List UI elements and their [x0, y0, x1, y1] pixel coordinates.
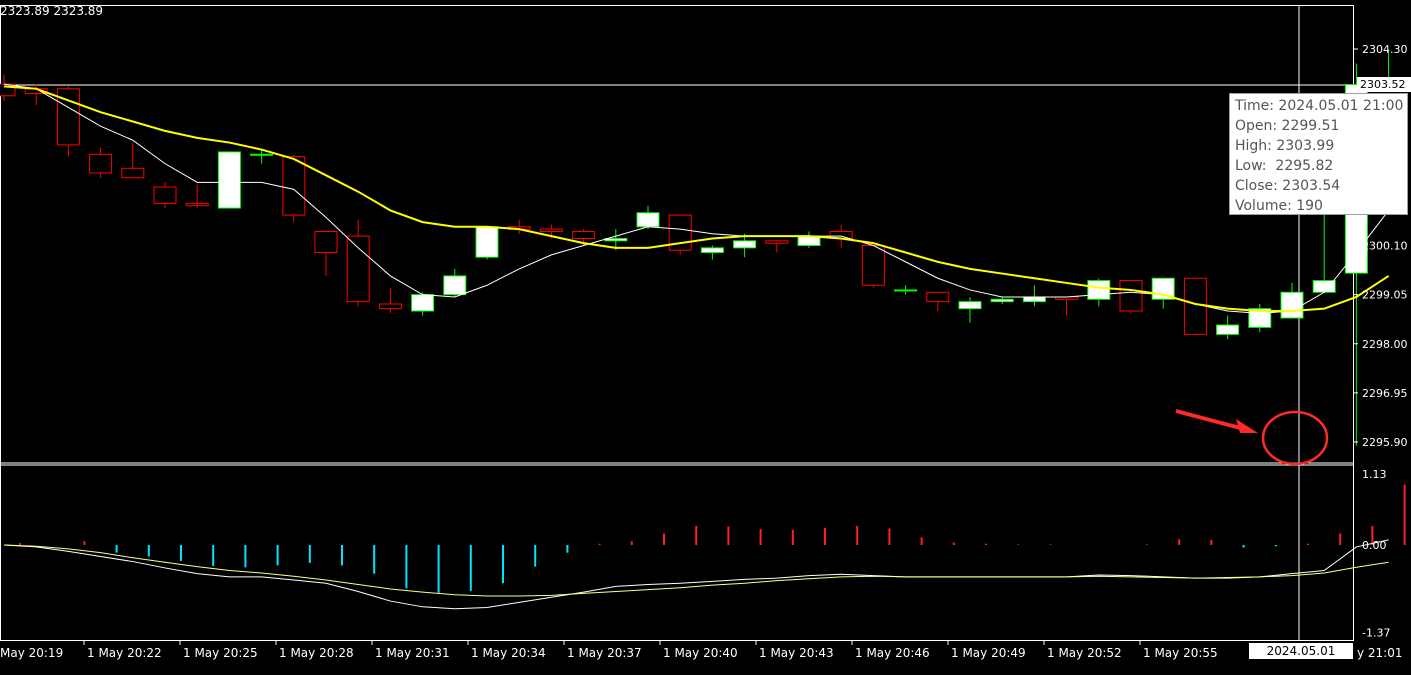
candle-body	[378, 303, 402, 310]
candle-body	[443, 275, 467, 296]
price-tick-label: 2299.05	[1362, 289, 1408, 302]
time-tick-label: 1 May 20:40	[663, 646, 738, 660]
time-tick-label: May 20:19	[0, 646, 63, 660]
time-tick-label: 1 May 20:55	[1143, 646, 1218, 660]
trading-chart[interactable]: 2304.30 2300.10 2299.05 2298.00 2296.95 2295.…	[0, 0, 1411, 669]
annotation-arrow	[1175, 409, 1258, 433]
candle-body	[958, 301, 982, 310]
candle-body	[990, 298, 1014, 303]
time-tick-label: 1 May 20:52	[1047, 646, 1122, 660]
time-tick-label: 1 May 20:46	[855, 646, 930, 660]
indicator-tick-label: -1.37	[1362, 626, 1390, 639]
candle-body	[539, 228, 563, 232]
chart-frame	[0, 5, 1354, 641]
indicator-tick-label: 1.13	[1362, 468, 1387, 481]
crosshair-time-tag: 2024.05.01 21:00	[1249, 643, 1353, 674]
symbol-prices: 2323.89 2323.89	[0, 4, 104, 18]
indicator-tick-label: 0.00	[1362, 539, 1387, 552]
ma-fast-line	[3, 83, 1389, 314]
tooltip-open: Open: 2299.51	[1235, 118, 1340, 134]
indicator-fast-line	[3, 539, 1389, 610]
time-tick-label: 1 May 20:34	[471, 646, 546, 660]
tooltip-high: High: 2303.99	[1235, 138, 1335, 154]
time-tick-label: 1 May 20:25	[183, 646, 258, 660]
candle-body	[636, 212, 660, 228]
candle-body	[1022, 296, 1046, 303]
candle-body	[89, 153, 113, 174]
candle-body	[475, 226, 499, 258]
candle-body	[1087, 280, 1111, 300]
annotation-circle	[1261, 410, 1329, 466]
candle-body	[765, 240, 789, 244]
candle-body	[346, 235, 370, 303]
time-tick-label: 1 May 20:22	[87, 646, 162, 660]
price-pane	[0, 51, 1401, 446]
candle-body	[733, 240, 757, 249]
time-tick-label: y 21:01	[1357, 646, 1403, 660]
price-tick-label: 2304.30	[1362, 43, 1408, 56]
price-tick-label: 2296.95	[1362, 387, 1408, 400]
candle-body	[700, 247, 724, 254]
tooltip-close: Close: 2303.54	[1235, 178, 1341, 194]
time-tick-label: 1 May 20:31	[375, 646, 450, 660]
time-tick-label: 1 May 20:37	[567, 646, 642, 660]
candle-body	[926, 291, 950, 303]
candle-body	[153, 186, 177, 204]
tooltip-time: Time: 2024.05.01 21:00	[1235, 98, 1404, 114]
candle-body	[217, 151, 241, 209]
axes: 2304.30 2300.10 2299.05 2298.00 2296.95 2295.…	[0, 43, 1408, 660]
candle-body	[572, 230, 596, 239]
candle-body	[314, 230, 338, 254]
candle-body	[250, 153, 274, 156]
tooltip-low: Low: 2295.82	[1235, 158, 1334, 174]
time-tick-label: 1 May 20:28	[279, 646, 354, 660]
candle-body	[1216, 324, 1240, 335]
candle-body	[1119, 280, 1143, 312]
current-price-tag: 2303.52	[1357, 77, 1411, 92]
candle-body	[1280, 291, 1304, 319]
indicator-pane	[3, 484, 1406, 610]
candle-body	[411, 294, 435, 312]
ma-slow-line	[3, 85, 1390, 312]
price-tick-label: 2298.00	[1362, 338, 1408, 351]
indicator-slow-line	[3, 544, 1389, 597]
candle-body	[861, 245, 885, 286]
candle-body	[894, 289, 918, 292]
candle-body	[282, 156, 306, 216]
candle-tooltip: Time: 2024.05.01 21:00 Open: 2299.51 Hig…	[1229, 93, 1408, 215]
candle-body	[185, 202, 209, 207]
time-tick-label: 1 May 20:49	[951, 646, 1026, 660]
price-tick-label: 2295.90	[1362, 436, 1408, 449]
price-tick-label: 2300.10	[1362, 240, 1408, 253]
candle-body	[121, 167, 145, 179]
time-tick-label: 1 May 20:43	[759, 646, 834, 660]
candle-body	[1183, 277, 1207, 335]
tooltip-volume: Volume: 190	[1235, 198, 1323, 214]
